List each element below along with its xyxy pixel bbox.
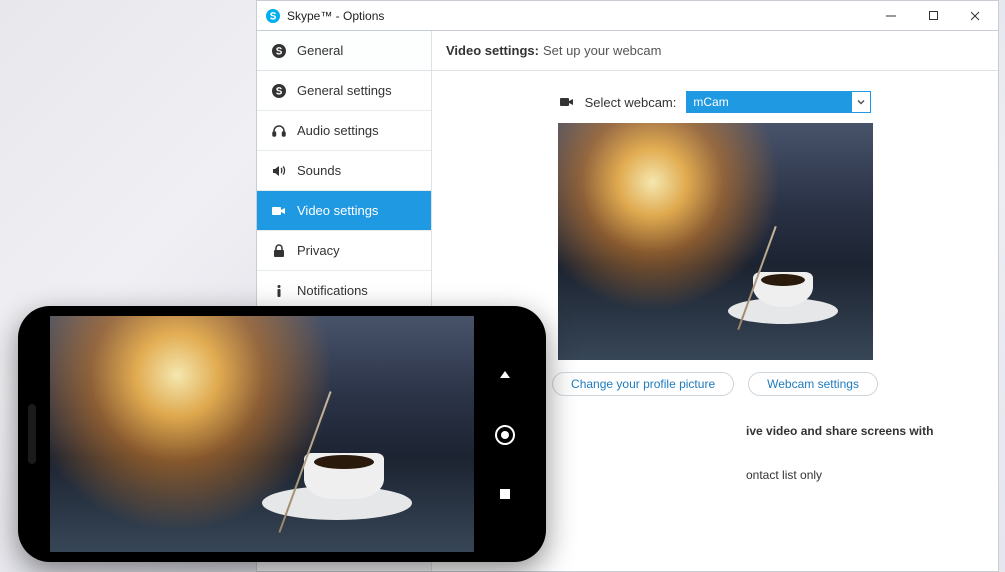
- camera-icon: [271, 203, 287, 219]
- close-button[interactable]: [954, 2, 996, 30]
- sidebar-item-audio-settings[interactable]: Audio settings: [257, 111, 431, 151]
- sidebar-item-label: Audio settings: [297, 123, 379, 138]
- webcam-select-value: mCam: [687, 92, 852, 112]
- skype-icon: [271, 83, 287, 99]
- phone-screen: [50, 316, 536, 552]
- webcam-preview: [558, 123, 873, 360]
- sidebar-section-label: General: [297, 43, 343, 58]
- phone-device: [18, 306, 546, 562]
- select-webcam-label: Select webcam:: [585, 95, 677, 110]
- headphones-icon: [271, 123, 287, 139]
- webcam-select[interactable]: mCam: [686, 91, 871, 113]
- phone-stop-button[interactable]: [498, 487, 512, 501]
- change-profile-picture-button[interactable]: Change your profile picture: [552, 372, 734, 396]
- info-icon: [271, 283, 287, 299]
- titlebar[interactable]: Skype™ - Options: [257, 1, 998, 31]
- sidebar-item-label: Video settings: [297, 203, 378, 218]
- panel-header-subtitle: Set up your webcam: [543, 43, 662, 58]
- phone-controls: [474, 316, 536, 552]
- webcam-settings-button[interactable]: Webcam settings: [748, 372, 878, 396]
- window-title: Skype™ - Options: [287, 9, 384, 23]
- phone-up-button[interactable]: [497, 367, 513, 383]
- phone-shutter-button[interactable]: [494, 424, 516, 446]
- speaker-icon: [271, 163, 287, 179]
- sidebar-item-video-settings[interactable]: Video settings: [257, 191, 431, 231]
- chevron-down-icon: [852, 92, 870, 112]
- sidebar-item-sounds[interactable]: Sounds: [257, 151, 431, 191]
- minimize-button[interactable]: [870, 2, 912, 30]
- sidebar-item-label: Sounds: [297, 163, 341, 178]
- skype-icon: [271, 43, 287, 59]
- sidebar-section-general[interactable]: General: [257, 31, 431, 71]
- sidebar-item-label: Privacy: [297, 243, 340, 258]
- lock-icon: [271, 243, 287, 259]
- sidebar-item-label: General settings: [297, 83, 392, 98]
- maximize-button[interactable]: [912, 2, 954, 30]
- panel-header-title: Video settings:: [446, 43, 539, 58]
- camera-icon: [559, 94, 575, 110]
- sidebar-item-general-settings[interactable]: General settings: [257, 71, 431, 111]
- sidebar-item-notifications[interactable]: Notifications: [257, 271, 431, 311]
- skype-icon: [265, 8, 281, 24]
- panel-header: Video settings: Set up your webcam: [432, 31, 998, 71]
- sidebar-item-label: Notifications: [297, 283, 368, 298]
- sidebar-item-privacy[interactable]: Privacy: [257, 231, 431, 271]
- phone-camera-preview: [50, 316, 474, 552]
